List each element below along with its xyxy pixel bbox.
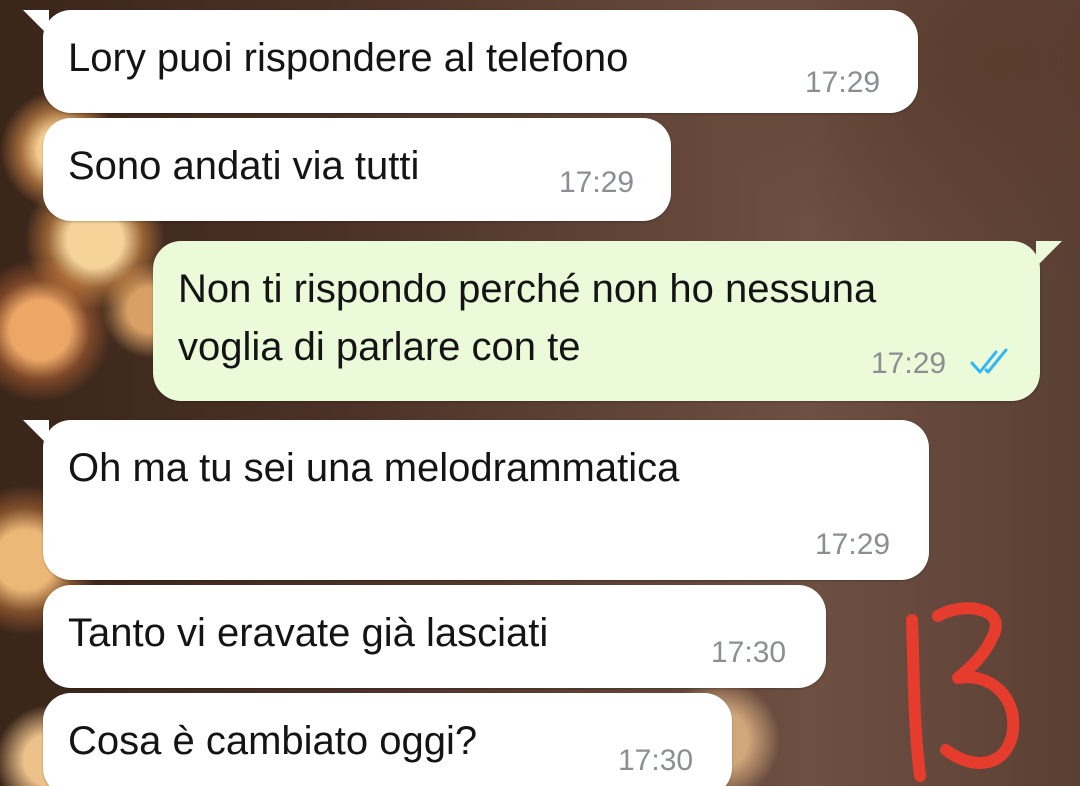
message-bubble-incoming[interactable]: Lory puoi rispondere al telefono 17:29 xyxy=(23,10,918,113)
message-text-line-2: voglia di parlare con te xyxy=(178,325,581,369)
message-bubble-incoming[interactable]: Oh ma tu sei una melodrammatica 17:29 xyxy=(23,420,929,580)
message-text: Sono andati via tutti xyxy=(68,144,420,188)
message-text: Oh ma tu sei una melodrammatica xyxy=(68,446,680,490)
double-check-icon xyxy=(970,348,1008,374)
handwritten-number-annotation xyxy=(906,602,1020,782)
message-timestamp: 17:29 xyxy=(871,347,947,380)
message-text: Tanto vi eravate già lasciati xyxy=(68,611,549,655)
message-text-line-1: Non ti rispondo perché non ho nessuna xyxy=(178,267,877,311)
message-timestamp: 17:29 xyxy=(559,166,635,199)
message-timestamp: 17:30 xyxy=(711,636,787,669)
message-timestamp: 17:30 xyxy=(618,744,694,777)
message-text: Cosa è cambiato oggi? xyxy=(68,719,478,763)
message-bubble-outgoing[interactable]: Non ti rispondo perché non ho nessuna vo… xyxy=(153,241,1062,401)
message-text: Lory puoi rispondere al telefono xyxy=(68,36,629,80)
message-bubble-incoming[interactable]: Cosa è cambiato oggi? 17:30 xyxy=(43,693,732,786)
message-timestamp: 17:29 xyxy=(815,528,891,561)
message-timestamp: 17:29 xyxy=(805,66,881,99)
message-bubble-incoming[interactable]: Tanto vi eravate già lasciati 17:30 xyxy=(43,585,826,688)
message-bubble-incoming[interactable]: Sono andati via tutti 17:29 xyxy=(43,118,671,221)
